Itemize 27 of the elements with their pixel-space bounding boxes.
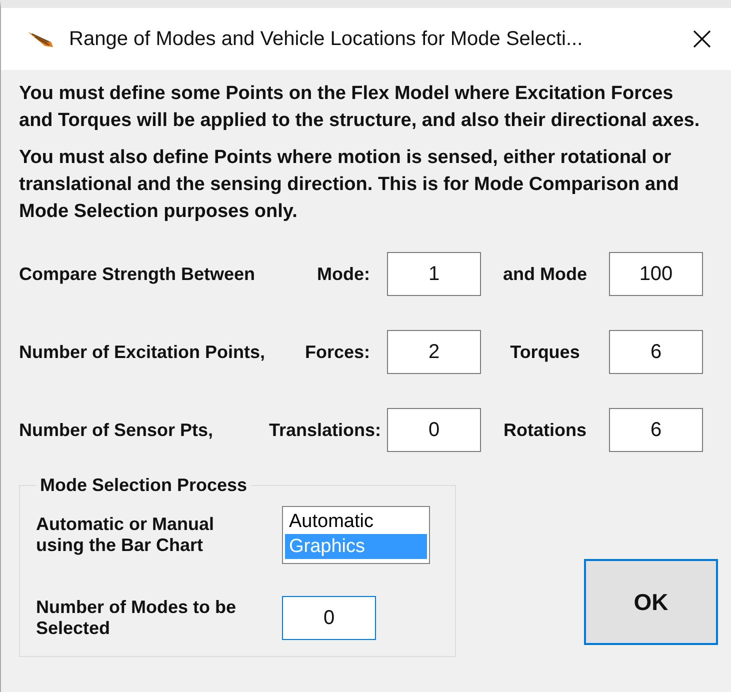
feather-icon — [27, 30, 55, 48]
field-label: Mode: — [316, 264, 371, 284]
field-label: and Mode — [502, 264, 588, 284]
number-field[interactable]: 0 — [387, 408, 481, 452]
group-title: Mode Selection Process — [39, 475, 248, 496]
number-field[interactable]: 6 — [609, 408, 703, 452]
field-label: Torques — [509, 342, 581, 362]
ok-button[interactable]: OK — [584, 559, 718, 645]
window-title: Range of Modes and Vehicle Locations for Mode Selecti... — [69, 28, 584, 50]
row-label: Compare Strength Between — [19, 264, 256, 284]
row-label: Number of Excitation Points, — [19, 342, 266, 362]
close-icon — [692, 29, 712, 49]
field-label: Forces: — [304, 342, 371, 362]
list-option[interactable]: Automatic — [285, 509, 427, 534]
row-label: Number of Sensor Pts, — [19, 420, 214, 440]
count-label: Number of Modes to be Selected — [36, 597, 238, 639]
field-label: Translations: — [269, 420, 382, 440]
number-field[interactable]: 6 — [609, 330, 703, 374]
method-label: Automatic or Manual using the Bar Chart — [36, 514, 216, 556]
instruction-text: You must define some Points on the Flex Model where Excitation Forces and Torques will be applied to the structure, and also their directional axes. — [19, 82, 701, 133]
number-field[interactable]: 2 — [387, 330, 481, 374]
count-field[interactable]: 0 — [282, 596, 376, 640]
method-list[interactable]: Automatic Graphics — [282, 506, 430, 564]
number-field[interactable]: 1 — [387, 252, 481, 296]
number-field[interactable]: 100 — [609, 252, 703, 296]
field-label: Rotations — [502, 420, 588, 440]
instruction-text: You must also define Points where motion is sensed, either rotational or translational and the sensing direction. This is for Mode Comparison and Mode Selection purposes only. — [19, 146, 680, 224]
